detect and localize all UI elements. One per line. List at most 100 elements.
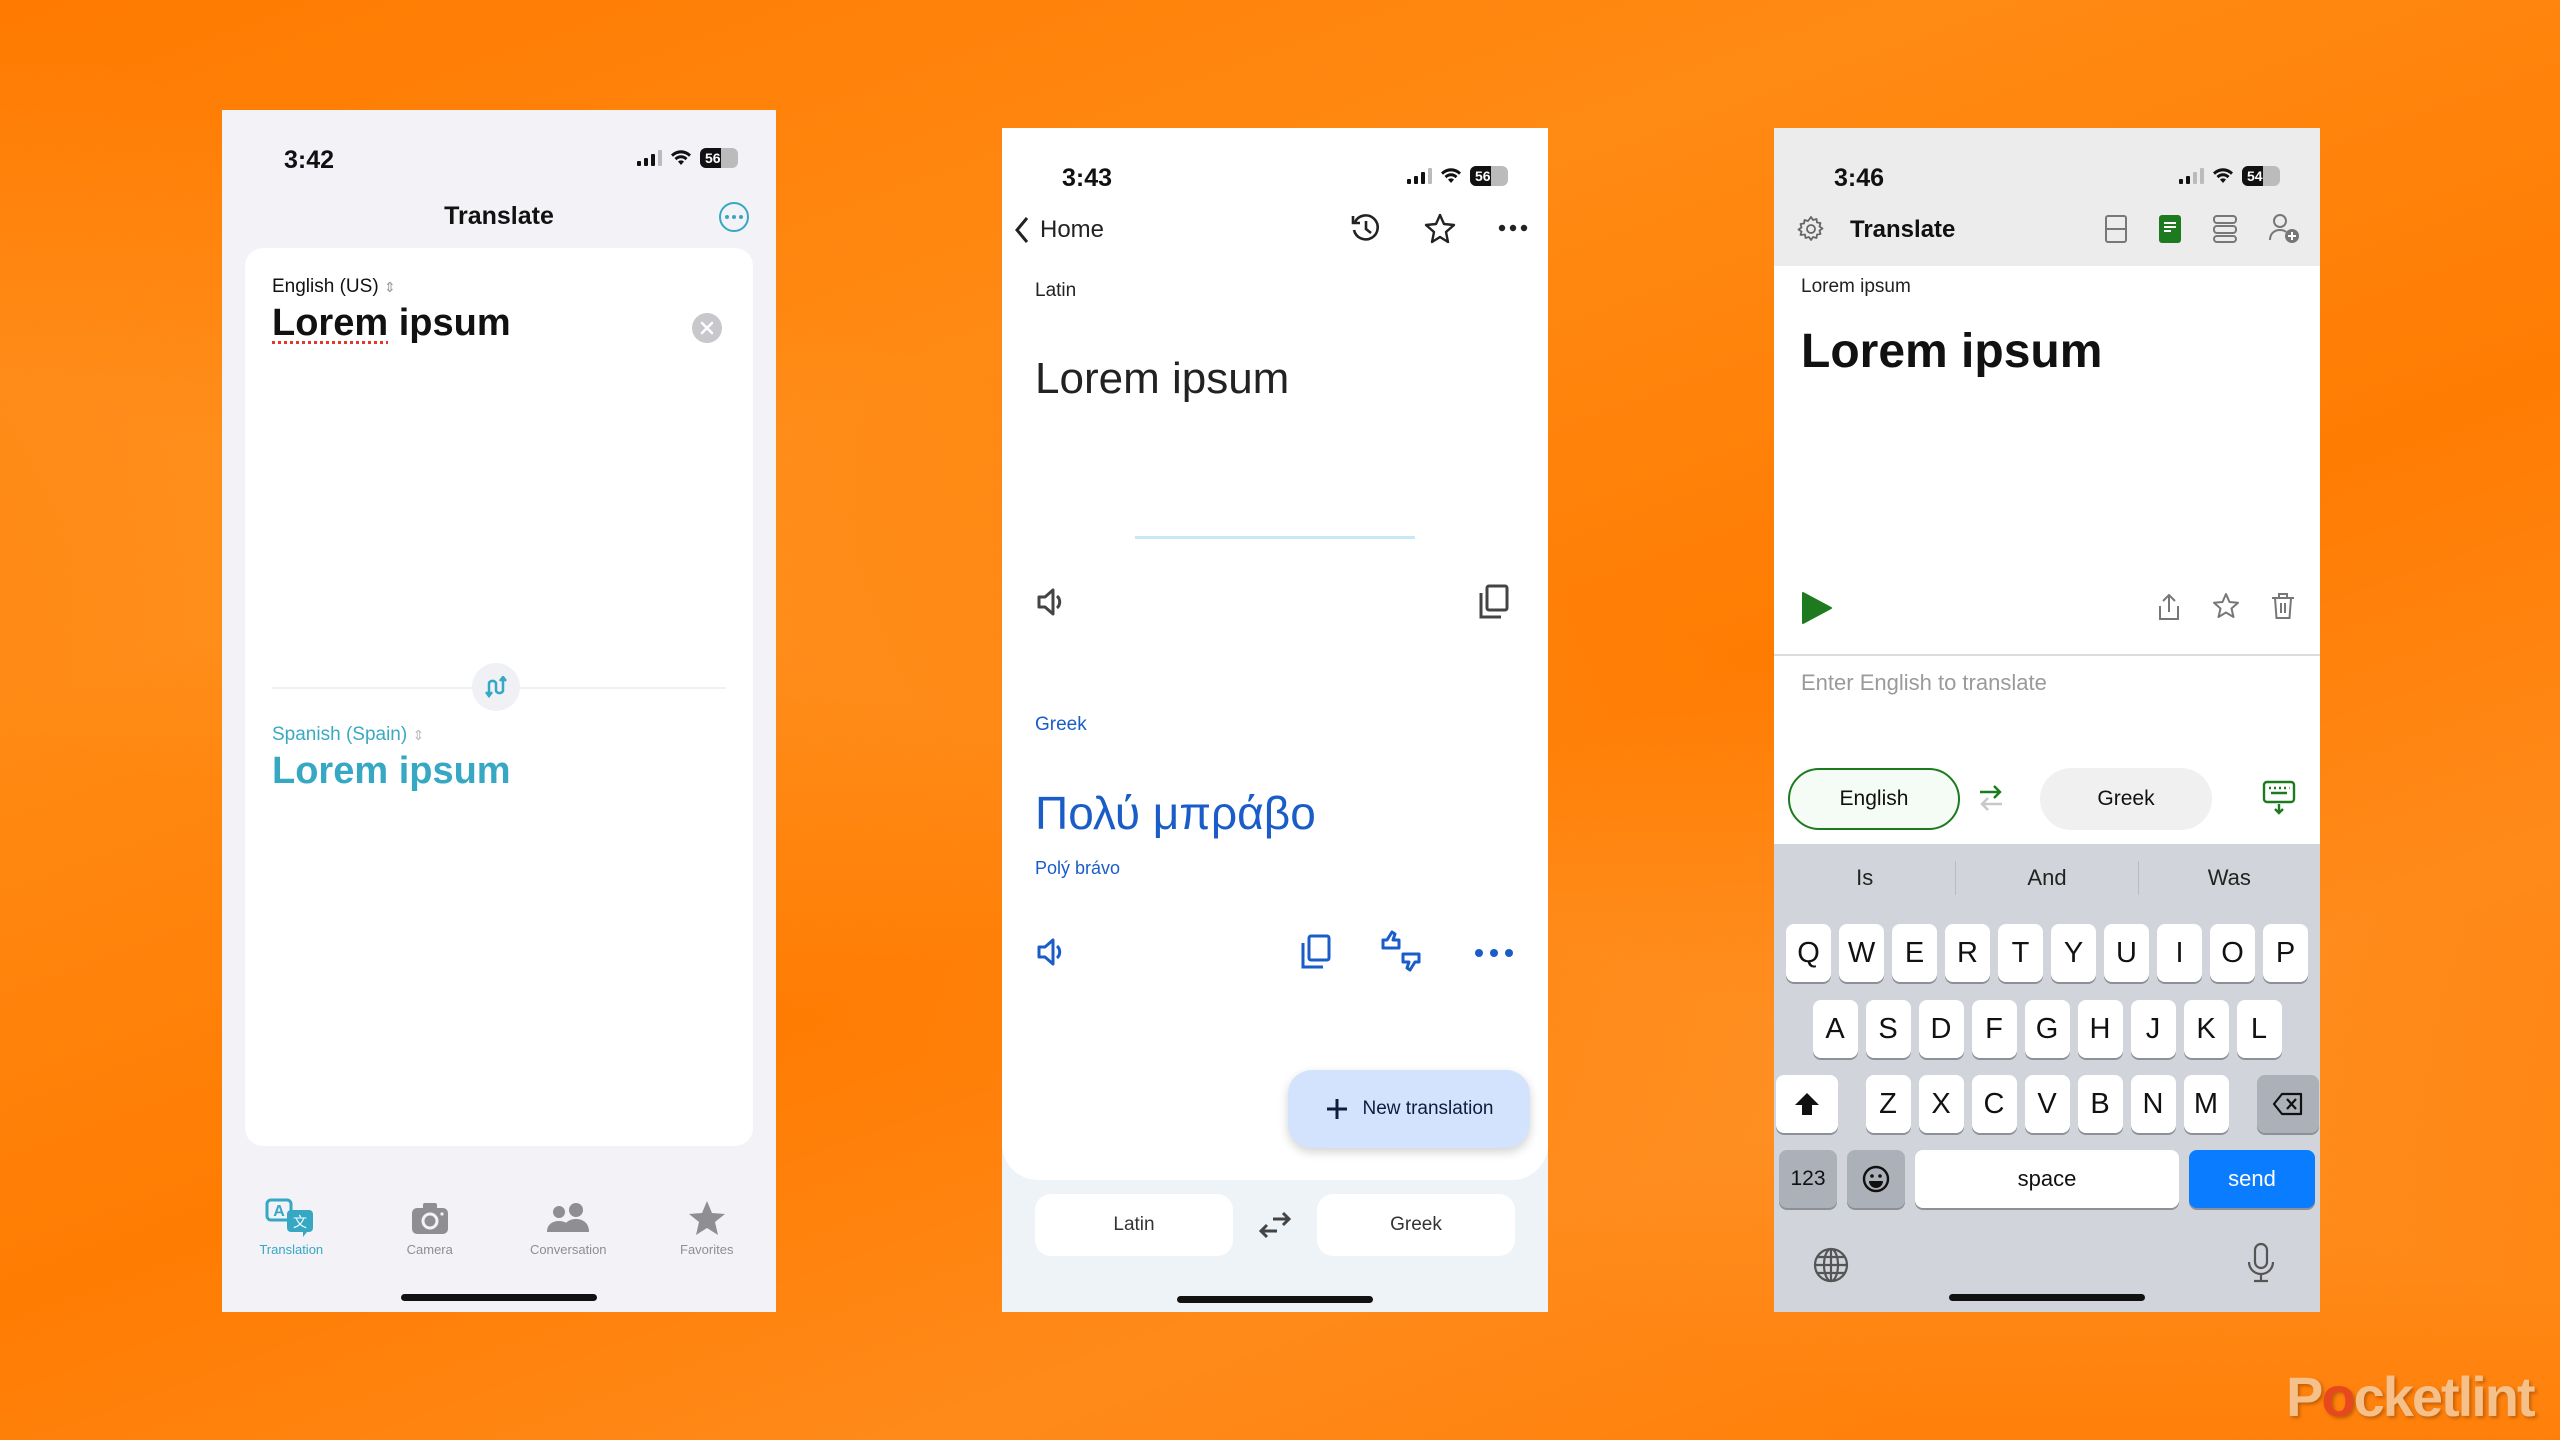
- suggestion[interactable]: And: [1956, 865, 2137, 891]
- key-g[interactable]: G: [2024, 1000, 2070, 1058]
- speaker-icon[interactable]: [1036, 936, 1068, 968]
- back-button[interactable]: Home: [1014, 216, 1104, 244]
- emoji-key[interactable]: [1847, 1150, 1905, 1208]
- share-icon[interactable]: [2156, 592, 2182, 622]
- swap-languages-button[interactable]: [472, 663, 520, 711]
- conversation-icon: [545, 1198, 591, 1238]
- tab-bar: A文 Translation Camera Conversation Favor…: [222, 1198, 776, 1257]
- divider: [1135, 536, 1415, 539]
- feedback-icon[interactable]: [1380, 930, 1422, 972]
- source-language-button[interactable]: Latin: [1035, 1194, 1233, 1256]
- key-a[interactable]: A: [1812, 1000, 1858, 1058]
- pocketlint-logo: Pocketlint: [2286, 1365, 2536, 1428]
- source-text[interactable]: Lorem ipsum: [1035, 354, 1289, 404]
- battery-icon: 56: [700, 148, 738, 168]
- play-icon[interactable]: [1800, 591, 1834, 625]
- key-f[interactable]: F: [1971, 1000, 2017, 1058]
- key-h[interactable]: H: [2077, 1000, 2123, 1058]
- suggestion[interactable]: Was: [2139, 865, 2320, 891]
- back-label: Home: [1040, 216, 1105, 243]
- key-z[interactable]: Z: [1865, 1075, 1911, 1133]
- status-bar: 3:42 56: [222, 130, 776, 190]
- swap-languages-icon[interactable]: [1978, 782, 2004, 814]
- tab-label: Conversation: [529, 1242, 607, 1257]
- suggestion-bar: Is And Was: [1774, 854, 2320, 902]
- key-n[interactable]: N: [2130, 1075, 2176, 1133]
- tab-conversation[interactable]: Conversation: [499, 1198, 638, 1257]
- more-options-button[interactable]: [719, 202, 749, 232]
- key-j[interactable]: J: [2130, 1000, 2176, 1058]
- source-language-button[interactable]: English: [1788, 768, 1960, 830]
- translated-text: Lorem ipsum: [272, 750, 511, 792]
- translated-text: Lorem ipsum: [1801, 325, 2103, 378]
- key-v[interactable]: V: [2024, 1075, 2070, 1133]
- key-i[interactable]: I: [2157, 924, 2202, 982]
- key-k[interactable]: K: [2183, 1000, 2229, 1058]
- add-person-icon[interactable]: [2268, 212, 2300, 244]
- key-l[interactable]: L: [2236, 1000, 2282, 1058]
- key-e[interactable]: E: [1892, 924, 1937, 982]
- key-p[interactable]: P: [2263, 924, 2308, 982]
- shift-key[interactable]: [1775, 1075, 1838, 1133]
- battery-icon: 54: [2242, 166, 2280, 186]
- google-translate-screen: 3:43 56 Home Latin Lorem ipsum Greek Πολ…: [1002, 128, 1548, 1312]
- tab-translation[interactable]: A文 Translation: [222, 1198, 361, 1257]
- star-icon[interactable]: [1424, 212, 1456, 244]
- copy-icon[interactable]: [1478, 584, 1510, 620]
- toolbar: Translate: [1774, 198, 2320, 266]
- key-y[interactable]: Y: [2051, 924, 2096, 982]
- home-indicator: [401, 1294, 597, 1301]
- key-m[interactable]: M: [2183, 1075, 2229, 1133]
- more-options-icon[interactable]: [1474, 948, 1514, 958]
- document-view-icon[interactable]: [2158, 214, 2182, 244]
- on-screen-keyboard: Is And Was QWERTYUIOP ASDFGHJKL ZXCVBNM …: [1774, 844, 2320, 1312]
- key-row: ZXCVBNM: [1774, 1075, 2320, 1133]
- key-s[interactable]: S: [1865, 1000, 1911, 1058]
- target-language-selector[interactable]: Spanish (Spain) ⇕: [272, 724, 424, 746]
- target-language-button[interactable]: Greek: [1317, 1194, 1515, 1256]
- backspace-key[interactable]: [2256, 1075, 2319, 1133]
- key-u[interactable]: U: [2104, 924, 2149, 982]
- globe-icon[interactable]: [1812, 1246, 1850, 1284]
- target-language-button[interactable]: Greek: [2040, 768, 2212, 830]
- tab-favorites[interactable]: Favorites: [638, 1198, 777, 1257]
- numbers-key[interactable]: 123: [1779, 1150, 1837, 1208]
- copy-icon[interactable]: [1300, 934, 1332, 970]
- clear-text-button[interactable]: [692, 313, 722, 343]
- tab-camera[interactable]: Camera: [361, 1198, 500, 1257]
- chevron-left-icon: [1014, 216, 1030, 244]
- split-view-icon[interactable]: [2104, 214, 2128, 244]
- source-text-input[interactable]: Lorem ipsum: [272, 302, 511, 345]
- home-indicator: [1177, 1296, 1373, 1303]
- key-t[interactable]: T: [1998, 924, 2043, 982]
- key-w[interactable]: W: [1839, 924, 1884, 982]
- trash-icon[interactable]: [2270, 592, 2296, 622]
- space-key[interactable]: space: [1915, 1150, 2179, 1208]
- page-title: Translate: [1850, 216, 1956, 243]
- swap-languages-icon[interactable]: [1259, 1211, 1291, 1239]
- key-q[interactable]: Q: [1786, 924, 1831, 982]
- input-placeholder: Enter English to translate: [1801, 670, 2047, 695]
- new-translation-button[interactable]: New translation: [1288, 1070, 1530, 1148]
- list-view-icon[interactable]: [2212, 214, 2238, 244]
- more-options-icon[interactable]: [1498, 224, 1528, 232]
- source-language-selector[interactable]: English (US) ⇕: [272, 276, 396, 298]
- key-c[interactable]: C: [1971, 1075, 2017, 1133]
- key-o[interactable]: O: [2210, 924, 2255, 982]
- suggestion[interactable]: Is: [1774, 865, 1955, 891]
- translation-sheet: [1002, 128, 1548, 1180]
- star-icon[interactable]: [2212, 592, 2240, 622]
- speaker-icon[interactable]: [1036, 586, 1068, 618]
- key-x[interactable]: X: [1918, 1075, 1964, 1133]
- key-r[interactable]: R: [1945, 924, 1990, 982]
- send-key[interactable]: send: [2189, 1150, 2315, 1208]
- history-icon[interactable]: [1350, 212, 1382, 244]
- target-language-label: Greek: [1035, 714, 1087, 735]
- plus-icon: [1325, 1097, 1349, 1121]
- keyboard-dismiss-icon[interactable]: [2262, 780, 2296, 816]
- key-d[interactable]: D: [1918, 1000, 1964, 1058]
- gear-icon[interactable]: [1796, 214, 1826, 244]
- page-title: Translate: [444, 202, 554, 230]
- key-b[interactable]: B: [2077, 1075, 2123, 1133]
- microphone-icon[interactable]: [2246, 1242, 2276, 1284]
